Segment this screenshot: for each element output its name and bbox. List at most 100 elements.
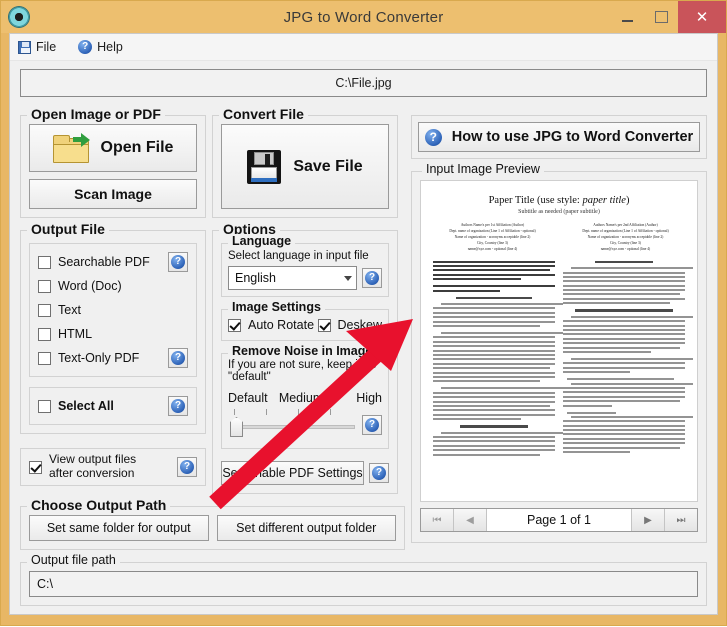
checkbox-word-doc[interactable]: Word (Doc)	[38, 274, 188, 298]
view-output-box: View output files after conversion ?	[20, 448, 206, 486]
document-preview[interactable]: Paper Title (use style: paper title) Sub…	[420, 180, 698, 502]
last-page-button[interactable]: ⏭	[664, 509, 697, 531]
author-block-right: Authors Name/s per 2nd Affiliation (Auth…	[566, 222, 685, 253]
checkbox-text[interactable]: Text	[38, 298, 188, 322]
checkbox-label: Select All	[58, 399, 114, 413]
open-file-label: Open File	[100, 139, 174, 156]
image-settings-legend: Image Settings	[228, 300, 325, 314]
document-title: Paper Title (use style: paper title)	[433, 195, 685, 206]
open-folder-icon	[52, 132, 90, 163]
author-block-left: Authors Name/s per 1st Affiliation (Auth…	[433, 222, 552, 253]
maximize-button[interactable]	[644, 1, 678, 33]
noise-scale-labels: Default Medium High	[228, 391, 382, 405]
menu-help-label: Help	[97, 40, 123, 54]
slider-thumb[interactable]	[230, 417, 243, 437]
question-circle-icon: ?	[424, 128, 442, 146]
checkbox-text-only-pdf[interactable]: Text-Only PDF ?	[38, 346, 188, 370]
settings-row: Output File Searchable PDF ? Word (Doc) …	[20, 218, 405, 494]
checkbox-searchable-pdf[interactable]: Searchable PDF ?	[38, 250, 188, 274]
menu-help[interactable]: ? Help	[78, 40, 123, 54]
language-group-legend: Language	[228, 234, 296, 248]
slider-ticks	[228, 409, 357, 416]
checkbox-label: Searchable PDF	[58, 255, 150, 269]
howto-button[interactable]: ? How to use JPG to Word Converter	[418, 122, 700, 152]
howto-label: How to use JPG to Word Converter	[451, 129, 694, 145]
document-subtitle: Subtitle as needed (paper subtitle)	[518, 209, 600, 215]
document-column-left	[433, 260, 563, 458]
scan-image-button[interactable]: Scan Image	[29, 179, 197, 209]
checkbox-select-all[interactable]: Select All ?	[38, 394, 188, 418]
floppy-disk-icon	[247, 149, 282, 184]
main-columns: Open Image or PDF Open File Scan Image C…	[10, 101, 717, 550]
help-button-language[interactable]: ?	[362, 268, 382, 288]
output-file-column: Output File Searchable PDF ? Word (Doc) …	[20, 218, 206, 486]
checkbox-box	[38, 255, 51, 269]
output-path-legend: Choose Output Path	[27, 497, 171, 513]
convert-file-group-legend: Convert File	[219, 106, 308, 122]
help-button-searchable-pdf[interactable]: ?	[168, 252, 188, 272]
help-button-remove-noise[interactable]: ?	[362, 415, 382, 435]
noise-slider[interactable]	[228, 409, 357, 443]
previous-page-button[interactable]: ◀	[454, 509, 487, 531]
checkbox-box	[228, 318, 241, 332]
output-file-path-field[interactable]: C:\	[29, 571, 698, 597]
question-circle-icon: ?	[171, 351, 185, 365]
title-bar: JPG to Word Converter ✕	[1, 1, 726, 33]
question-circle-icon: ?	[171, 255, 185, 269]
close-button[interactable]: ✕	[678, 1, 726, 33]
author-line: name@xyz.com - optional (line 4)	[600, 247, 651, 252]
input-path-field[interactable]: C:\File.jpg	[20, 69, 707, 97]
checkbox-deskew[interactable]: Deskew	[317, 315, 382, 335]
application-window: JPG to Word Converter ✕ File ? Help C:\F…	[0, 0, 727, 626]
checkbox-box	[38, 279, 51, 293]
right-column: ? How to use JPG to Word Converter Input…	[411, 103, 707, 550]
checkbox-auto-rotate[interactable]: Auto Rotate	[228, 315, 314, 335]
checkbox-label: HTML	[58, 327, 93, 341]
help-button-searchable-pdf-settings[interactable]: ?	[369, 463, 389, 483]
document-title-italic: paper title	[582, 195, 626, 206]
checkbox-view-output[interactable]: View output files after conversion ?	[29, 452, 197, 480]
document-title-suffix: )	[625, 195, 630, 206]
next-page-button[interactable]: ▶	[631, 509, 664, 531]
help-button-select-all[interactable]: ?	[168, 396, 188, 416]
slider-track	[234, 425, 355, 429]
open-image-group-legend: Open Image or PDF	[27, 106, 165, 122]
language-select[interactable]: English	[228, 266, 357, 290]
checkbox-label: Text-Only PDF	[58, 351, 140, 365]
left-column: Open Image or PDF Open File Scan Image C…	[20, 103, 405, 550]
output-file-group-legend: Output File	[27, 221, 109, 237]
remove-noise-legend: Remove Noise in Image	[228, 344, 377, 358]
window-controls: ✕	[610, 1, 726, 33]
select-all-box: Select All ?	[29, 387, 197, 425]
set-same-folder-button[interactable]: Set same folder for output	[29, 515, 209, 541]
app-circle-icon	[9, 7, 29, 27]
save-file-button[interactable]: Save File	[221, 124, 389, 209]
author-line: name@xyz.com - optional (line 4)	[467, 247, 518, 252]
checkbox-html[interactable]: HTML	[38, 322, 188, 346]
document-title-prefix: Paper Title (use style:	[488, 195, 583, 206]
floppy-icon	[18, 40, 31, 54]
question-circle-icon: ?	[372, 466, 386, 480]
first-page-button[interactable]: ⏮	[421, 509, 454, 531]
checkbox-label: Word (Doc)	[58, 279, 122, 293]
save-file-label: Save File	[293, 157, 363, 175]
menu-file[interactable]: File	[18, 40, 56, 54]
help-button-text-only-pdf[interactable]: ?	[168, 348, 188, 368]
checkbox-box	[29, 460, 42, 474]
open-image-group: Open Image or PDF Open File Scan Image	[20, 106, 206, 218]
preview-pager: ⏮ ◀ Page 1 of 1 ▶ ⏭	[420, 508, 698, 532]
howto-box: ? How to use JPG to Word Converter	[411, 115, 707, 159]
help-button-view-output[interactable]: ?	[177, 457, 197, 477]
options-group: Options Language Select language in inpu…	[212, 221, 398, 494]
page-indicator: Page 1 of 1	[487, 509, 631, 531]
open-file-button[interactable]: Open File	[29, 124, 197, 172]
searchable-pdf-settings-button[interactable]: Searchable PDF Settings	[221, 461, 364, 485]
output-file-path-group: Output file path C:\	[20, 553, 707, 606]
remove-noise-description: If you are not sure, keep it as "default…	[228, 359, 377, 383]
set-different-folder-button[interactable]: Set different output folder	[216, 515, 396, 541]
language-description: Select language in input file	[228, 250, 369, 262]
question-circle-icon: ?	[78, 40, 93, 54]
menu-bar: File ? Help	[10, 34, 717, 61]
minimize-button[interactable]	[610, 1, 644, 33]
document-column-right	[563, 260, 693, 458]
